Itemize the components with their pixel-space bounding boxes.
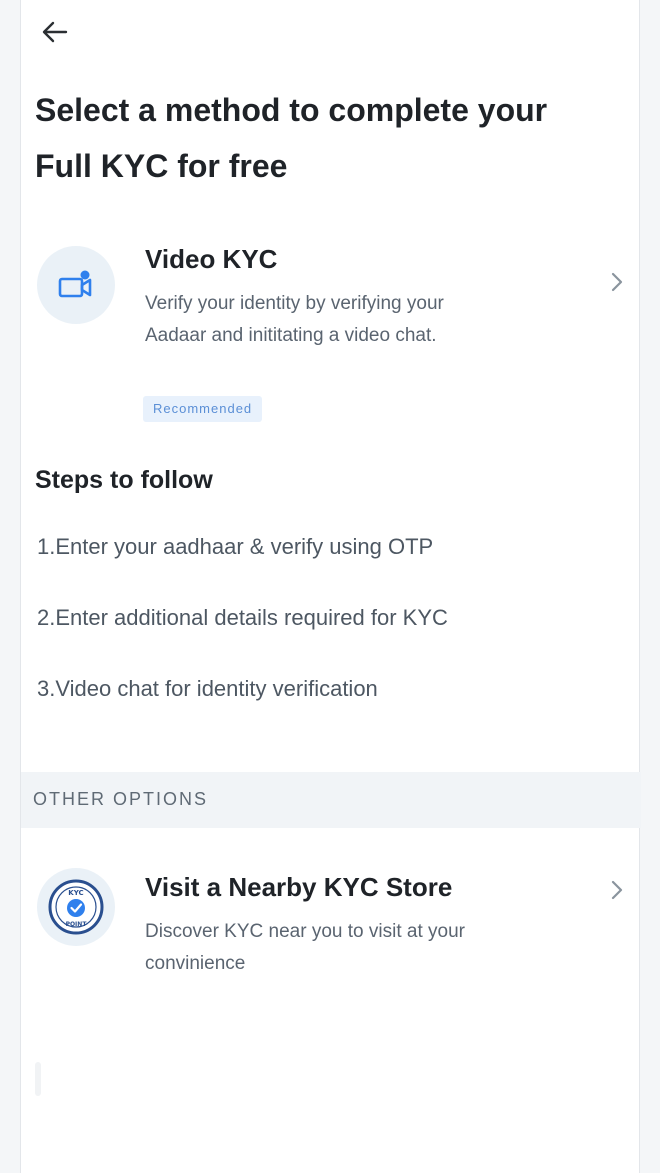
page-title: Select a method to complete your Full KY… [35,92,548,184]
video-kyc-icon-container [37,246,115,324]
video-kyc-title: Video KYC [145,244,278,274]
video-camera-icon [58,270,92,298]
kyc-store-description: Discover KYC near you to visit at your c… [145,921,465,974]
chevron-right-icon [605,270,629,294]
recommended-badge: Recommended [143,396,263,422]
chevron-right-icon [605,878,629,902]
video-kyc-option[interactable]: Video KYC Verify your identity by verify… [35,240,627,430]
step-item: 3.Video chat for identity verification [37,676,378,701]
step-item: 1.Enter your aadhaar & verify using OTP [37,534,434,559]
kyc-icon-text-bottom: POINT [66,921,88,928]
kyc-store-title: Visit a Nearby KYC Store [145,872,453,902]
kyc-method-screen: Select a method to complete your Full KY… [20,0,641,1173]
other-options-header: OTHER OPTIONS [21,772,641,828]
back-button[interactable] [35,12,75,52]
other-options-label: OTHER OPTIONS [33,789,209,809]
steps-title: Steps to follow [35,466,213,494]
faded-element [35,1062,41,1096]
kyc-point-icon: KYC POINT [48,879,104,935]
kyc-store-option[interactable]: KYC POINT Visit a Nearby KYC Store Disco… [35,862,627,982]
video-kyc-description: Verify your identity by verifying your A… [145,293,444,346]
step-item: 2.Enter additional details required for … [37,605,448,630]
kyc-store-icon-container: KYC POINT [37,868,115,946]
kyc-icon-text-top: KYC [68,889,83,897]
arrow-left-icon [42,21,68,43]
